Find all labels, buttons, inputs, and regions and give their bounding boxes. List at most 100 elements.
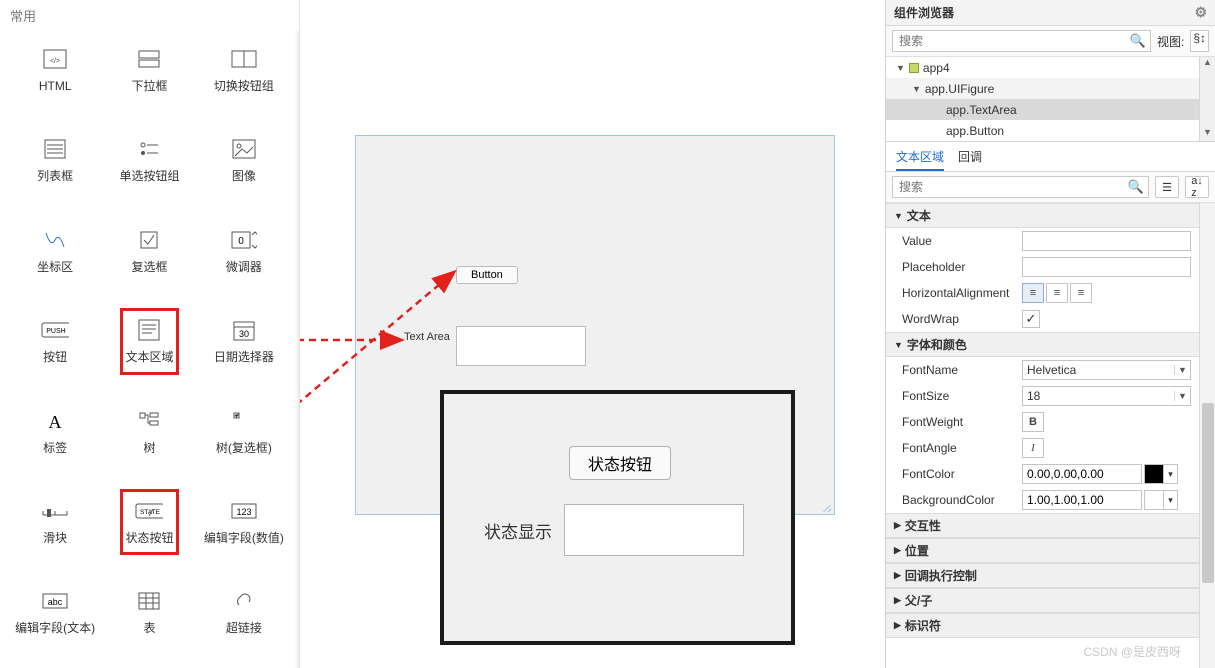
fontname-select[interactable]: Helvetica▼ [1022, 360, 1191, 380]
preview-overlay: 状态按钮 状态显示 [440, 390, 795, 645]
palette-item-treechk[interactable]: 树(复选框) [197, 405, 291, 459]
categorize-button[interactable]: ☰ [1155, 176, 1179, 198]
radiogroup-icon [135, 137, 163, 161]
prop-fontweight: FontWeightB [886, 409, 1199, 435]
prop-halign: HorizontalAlignment ≡ ≡ ≡ [886, 280, 1199, 306]
ui-textarea[interactable] [456, 326, 586, 366]
bgcolor-input[interactable] [1022, 490, 1142, 510]
tree-row-app[interactable]: ▼ app4 [886, 57, 1215, 78]
fontcolor-swatch[interactable] [1144, 464, 1164, 484]
svg-text:30: 30 [239, 329, 249, 339]
palette-item-label: 列表框 [37, 169, 73, 183]
palette-item-state[interactable]: STATE状态按钮 [102, 495, 196, 549]
palette-scroll[interactable]: </> HTML 下拉框 切换按钮组列表框 单选按钮组图像坐标区 复选框 0微调器 PUSH按… [0, 31, 299, 668]
palette-item-listbox[interactable]: 列表框 [8, 133, 102, 187]
axes-icon [41, 228, 69, 252]
browser-search[interactable]: 🔍 [892, 30, 1151, 52]
palette-item-dropdown[interactable]: 下拉框 [102, 43, 196, 97]
align-left-icon[interactable]: ≡ [1022, 283, 1044, 303]
table-icon [135, 589, 163, 613]
search-icon[interactable]: 🔍 [1130, 33, 1146, 49]
palette-item-textedit[interactable]: abc编辑字段(文本) [8, 585, 102, 639]
palette-item-html[interactable]: </> HTML [8, 43, 102, 97]
placeholder-input[interactable] [1022, 257, 1191, 277]
palette-item-table[interactable]: 表 [102, 585, 196, 639]
state-display-textarea[interactable] [564, 504, 744, 556]
inspector-scrollbar[interactable] [1199, 203, 1215, 668]
palette-item-label: 图像 [232, 169, 256, 183]
palette-item-push[interactable]: PUSH按钮 [8, 314, 102, 368]
tree-scrollbar[interactable]: ▲▼ [1199, 57, 1215, 141]
fontsize-select[interactable]: 18▼ [1022, 386, 1191, 406]
palette-item-tree[interactable]: 树 [102, 405, 196, 459]
tree-row-child[interactable]: app.TextArea [886, 99, 1215, 120]
italic-toggle[interactable]: I [1022, 438, 1044, 458]
palette-item-checkbox[interactable]: 复选框 [102, 224, 196, 278]
palette-item-label[interactable]: A标签 [8, 405, 102, 459]
resize-handle-icon[interactable] [822, 502, 832, 512]
tree-row-child[interactable]: app.Button [886, 120, 1215, 141]
palette-item-numedit[interactable]: 123编辑字段(数值) [197, 495, 291, 549]
section-font[interactable]: ▼字体和颜色 [886, 332, 1199, 357]
component-tree[interactable]: ▼ app4 ▼ app.UIFigure app.TextAreaapp.Bu… [886, 57, 1215, 142]
palette-item-spinner[interactable]: 0微调器 [197, 224, 291, 278]
palette-item-textarea[interactable]: 文本区域 [102, 314, 196, 368]
palette-item-slider[interactable]: 滑块 [8, 495, 102, 549]
palette-item-radiogroup[interactable]: 单选按钮组 [102, 133, 196, 187]
label-icon: A [41, 409, 69, 433]
inspector-search-input[interactable] [897, 179, 1128, 195]
prop-placeholder: Placeholder [886, 254, 1199, 280]
tab-callback[interactable]: 回调 [958, 148, 982, 171]
chevron-down-icon[interactable]: ▼ [896, 63, 905, 73]
prop-fontangle: FontAngleI [886, 435, 1199, 461]
value-input[interactable] [1022, 231, 1191, 251]
tab-textarea[interactable]: 文本区域 [896, 148, 944, 171]
prop-fontsize: FontSize18▼ [886, 383, 1199, 409]
togglegroup-icon [230, 47, 258, 71]
sort-az-button[interactable]: a↓z [1185, 176, 1209, 198]
svg-text:STATE: STATE [140, 509, 161, 516]
palette-item-label: 坐标区 [37, 260, 73, 274]
browser-search-input[interactable] [897, 33, 1130, 49]
section-position[interactable]: ▶位置 [886, 538, 1199, 563]
link-icon [230, 589, 258, 613]
align-center-icon[interactable]: ≡ [1046, 283, 1068, 303]
section-callback-exec[interactable]: ▶回调执行控制 [886, 563, 1199, 588]
palette-item-togglegroup[interactable]: 切换按钮组 [197, 43, 291, 97]
chevron-down-icon[interactable]: ▼ [912, 84, 921, 94]
svg-text:123: 123 [236, 507, 251, 517]
view-select[interactable]: §↕ [1190, 30, 1209, 52]
palette-item-label: 按钮 [43, 350, 67, 364]
section-identifier[interactable]: ▶标识符 [886, 613, 1199, 638]
palette-item-link[interactable]: 超链接 [197, 585, 291, 639]
palette-item-image[interactable]: 图像 [197, 133, 291, 187]
palette-item-datepicker[interactable]: 30日期选择器 [197, 314, 291, 368]
inspector-search[interactable]: 🔍 [892, 176, 1149, 198]
section-text[interactable]: ▼文本 [886, 203, 1199, 228]
wordwrap-checkbox[interactable]: ✓ [1022, 310, 1040, 328]
section-parent[interactable]: ▶父/子 [886, 588, 1199, 613]
section-interactivity[interactable]: ▶交互性 [886, 513, 1199, 538]
align-right-icon[interactable]: ≡ [1070, 283, 1092, 303]
search-icon[interactable]: 🔍 [1128, 179, 1144, 195]
palette-item-label: 树 [143, 441, 155, 455]
palette-item-label: 超链接 [226, 621, 262, 635]
fontcolor-dd[interactable]: ▾ [1164, 464, 1178, 484]
ui-button[interactable]: Button [456, 266, 518, 284]
bgcolor-swatch[interactable] [1144, 490, 1164, 510]
palette-item-axes[interactable]: 坐标区 [8, 224, 102, 278]
palette-item-label: 复选框 [131, 260, 167, 274]
palette-item-label: 切换按钮组 [214, 79, 274, 93]
fontcolor-input[interactable] [1022, 464, 1142, 484]
design-canvas[interactable]: Button Text Area 状态按钮 状态显示 [300, 0, 885, 668]
image-icon [230, 137, 258, 161]
bold-toggle[interactable]: B [1022, 412, 1044, 432]
palette-item-label: 下拉框 [131, 79, 167, 93]
palette-section-title: 常用 [0, 0, 299, 31]
bgcolor-dd[interactable]: ▾ [1164, 490, 1178, 510]
svg-text:</>: </> [50, 58, 60, 65]
gear-icon[interactable]: ⚙ [1194, 4, 1207, 21]
state-button[interactable]: 状态按钮 [569, 446, 671, 480]
palette-item-label: HTML [39, 79, 72, 93]
tree-row-figure[interactable]: ▼ app.UIFigure [886, 78, 1215, 99]
